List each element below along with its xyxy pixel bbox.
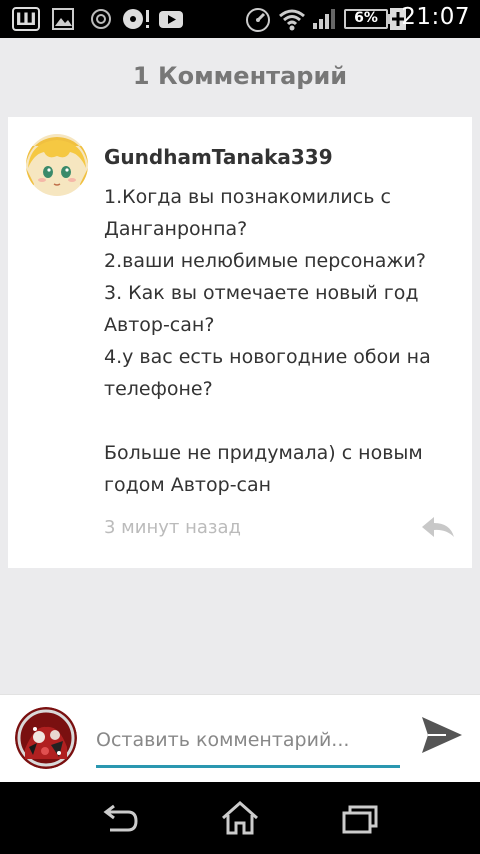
media-alert-icon bbox=[122, 7, 152, 35]
signal-icon bbox=[312, 7, 336, 35]
sync-icon bbox=[90, 7, 112, 35]
home-button[interactable] bbox=[220, 800, 260, 836]
wifi-icon bbox=[278, 7, 306, 35]
speedometer-icon bbox=[244, 7, 272, 37]
comment-composer bbox=[0, 694, 480, 782]
comment-author[interactable]: GundhamTanaka339 bbox=[104, 145, 333, 169]
recent-apps-icon bbox=[340, 805, 380, 839]
reply-icon[interactable] bbox=[420, 515, 456, 539]
send-button[interactable] bbox=[418, 715, 466, 757]
comment-card: GundhamTanaka339 1.Когда вы познакомилис… bbox=[8, 117, 472, 568]
tumblr-w-icon: Ш bbox=[12, 7, 40, 35]
comment-text: 1.Когда вы познакомились с Данганронпа? … bbox=[104, 186, 431, 496]
page-title: 1 Комментарий bbox=[132, 62, 348, 90]
recent-apps-button[interactable] bbox=[340, 800, 380, 836]
clock: 21:07 bbox=[401, 4, 470, 30]
status-bar: Ш 6% 21:07 bbox=[0, 0, 480, 38]
back-icon bbox=[100, 804, 140, 839]
comment-input[interactable] bbox=[96, 720, 400, 768]
gallery-icon bbox=[52, 7, 74, 35]
send-icon bbox=[420, 717, 464, 758]
home-icon bbox=[220, 800, 260, 839]
youtube-icon bbox=[158, 7, 184, 35]
back-button[interactable] bbox=[100, 800, 140, 836]
avatar-icon[interactable] bbox=[26, 134, 88, 196]
navigation-bar bbox=[0, 782, 480, 854]
comment-timestamp: 3 минут назад bbox=[104, 517, 241, 538]
battery-percent: 6% bbox=[354, 10, 378, 26]
avatar-icon[interactable] bbox=[15, 707, 77, 769]
svg-text:Ш: Ш bbox=[15, 10, 36, 30]
